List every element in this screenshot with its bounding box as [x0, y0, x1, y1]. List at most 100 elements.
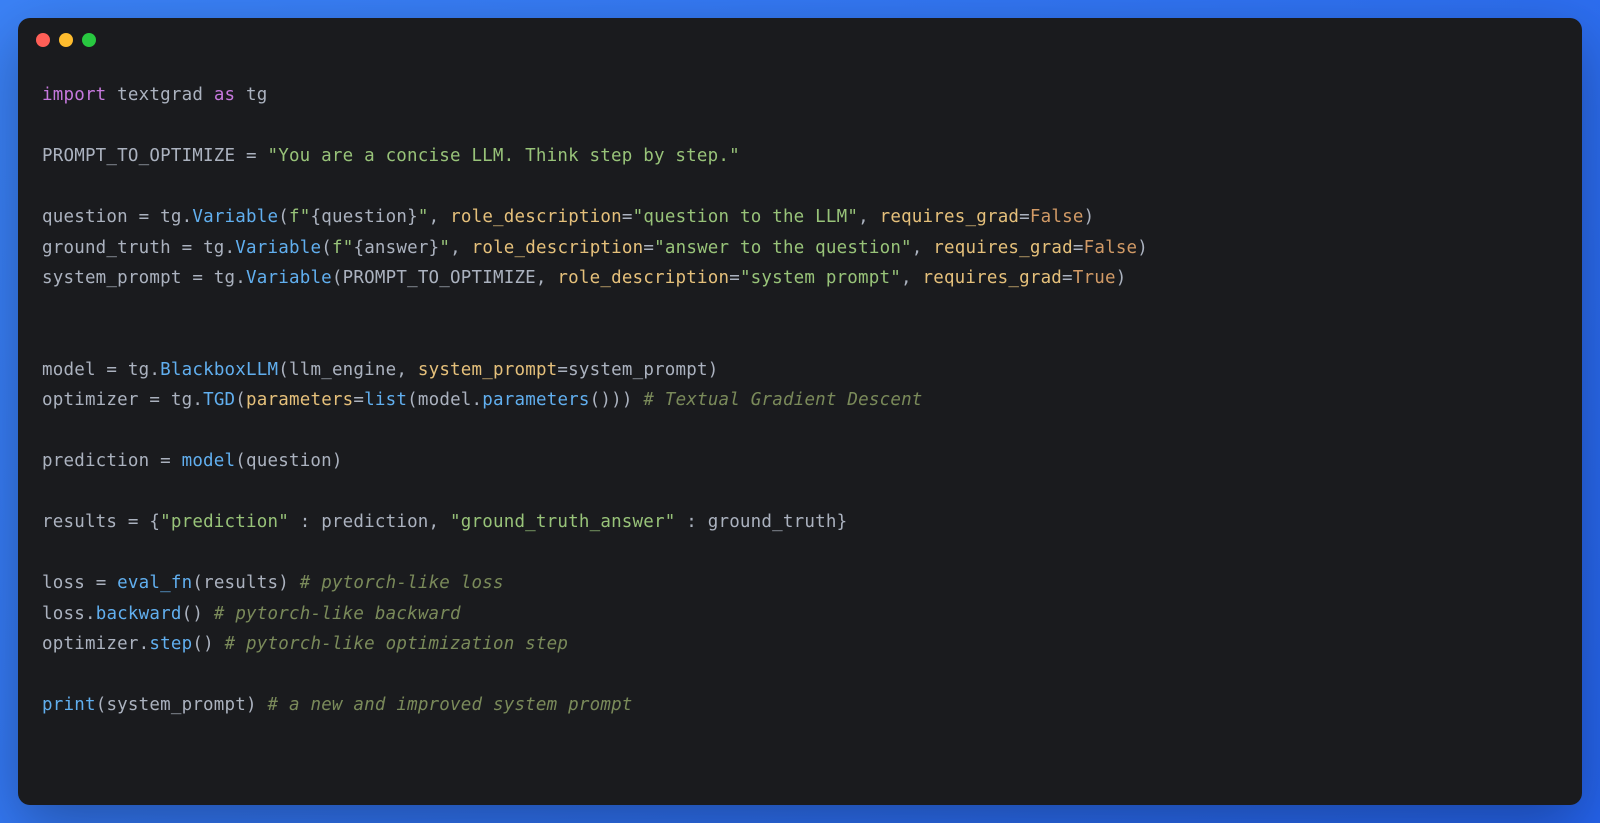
op: = [85, 573, 117, 593]
colon: : [289, 512, 321, 532]
var: question [42, 207, 128, 227]
paren: ( [192, 573, 203, 593]
paren: ) [622, 390, 633, 410]
comment: # Textual Gradient Descent [643, 390, 922, 410]
obj: tg [171, 390, 192, 410]
eq: = [557, 360, 568, 380]
obj: tg [128, 360, 149, 380]
obj: optimizer [42, 634, 139, 654]
comma: , [450, 238, 471, 258]
comma: , [396, 360, 417, 380]
key: "ground_truth_answer" [450, 512, 675, 532]
obj: tg [214, 268, 235, 288]
eq: = [622, 207, 633, 227]
paren: ) [278, 573, 289, 593]
titlebar [18, 18, 1582, 62]
comment: # pytorch-like loss [300, 573, 504, 593]
op: = [182, 268, 214, 288]
string: "answer to the question" [654, 238, 912, 258]
paren: ( [332, 268, 343, 288]
op: = [139, 390, 171, 410]
comma: , [901, 268, 922, 288]
dot: . [149, 360, 160, 380]
paren: ( [192, 634, 203, 654]
fstr-var: answer [364, 238, 428, 258]
class: Variable [192, 207, 278, 227]
code-editor[interactable]: import textgrad as tg PROMPT_TO_OPTIMIZE… [18, 62, 1582, 745]
val: ground_truth [708, 512, 837, 532]
colon: : [676, 512, 708, 532]
paren: ( [321, 238, 332, 258]
op: = [96, 360, 128, 380]
module-name: textgrad [117, 85, 203, 105]
quote: " [343, 238, 354, 258]
arg: llm_engine [289, 360, 396, 380]
class: Variable [246, 268, 332, 288]
method: backward [96, 604, 182, 624]
paren: ) [600, 390, 611, 410]
paren: ) [1137, 238, 1148, 258]
bool: False [1030, 207, 1084, 227]
paren: ( [235, 390, 246, 410]
brace: } [407, 207, 418, 227]
code-window: import textgrad as tg PROMPT_TO_OPTIMIZE… [18, 18, 1582, 805]
arg: question [246, 451, 332, 471]
fn: list [364, 390, 407, 410]
val: system_prompt [568, 360, 708, 380]
paren: ( [407, 390, 418, 410]
obj: tg [160, 207, 181, 227]
comma: , [429, 207, 450, 227]
quote: " [418, 207, 429, 227]
val: prediction [321, 512, 428, 532]
arg: system_prompt [106, 695, 246, 715]
var: results [42, 512, 117, 532]
dot: . [85, 604, 96, 624]
param: requires_grad [880, 207, 1020, 227]
paren: ( [182, 604, 193, 624]
bool: True [1073, 268, 1116, 288]
paren: ( [235, 451, 246, 471]
brace: { [149, 512, 160, 532]
brace: } [429, 238, 440, 258]
param: role_description [472, 238, 644, 258]
eq: = [1019, 207, 1030, 227]
string: "system prompt" [740, 268, 901, 288]
param: parameters [246, 390, 353, 410]
paren: ( [278, 207, 289, 227]
comment: # pytorch-like backward [214, 604, 461, 624]
sp [633, 390, 644, 410]
comment: # a new and improved system prompt [268, 695, 633, 715]
minimize-icon[interactable] [59, 33, 73, 47]
op: = [235, 146, 267, 166]
string: "question to the LLM" [633, 207, 858, 227]
paren: ) [611, 390, 622, 410]
param: requires_grad [922, 268, 1062, 288]
fn: eval_fn [117, 573, 192, 593]
paren: ) [192, 604, 203, 624]
sp [289, 573, 300, 593]
maximize-icon[interactable] [82, 33, 96, 47]
sp [203, 604, 214, 624]
paren: ) [1084, 207, 1095, 227]
eq: = [1073, 238, 1084, 258]
brace: { [310, 207, 321, 227]
obj: loss [42, 604, 85, 624]
comma: , [536, 268, 557, 288]
fn: model [182, 451, 236, 471]
key: "prediction" [160, 512, 289, 532]
fn: print [42, 695, 96, 715]
alias: tg [246, 85, 267, 105]
obj: tg [203, 238, 224, 258]
var: model [42, 360, 96, 380]
param: requires_grad [933, 238, 1073, 258]
paren: ( [278, 360, 289, 380]
var: system_prompt [42, 268, 182, 288]
paren: ) [1116, 268, 1127, 288]
method: step [149, 634, 192, 654]
eq: = [729, 268, 740, 288]
close-icon[interactable] [36, 33, 50, 47]
class: Variable [235, 238, 321, 258]
sp [257, 695, 268, 715]
comma: , [912, 238, 933, 258]
var: ground_truth [42, 238, 171, 258]
